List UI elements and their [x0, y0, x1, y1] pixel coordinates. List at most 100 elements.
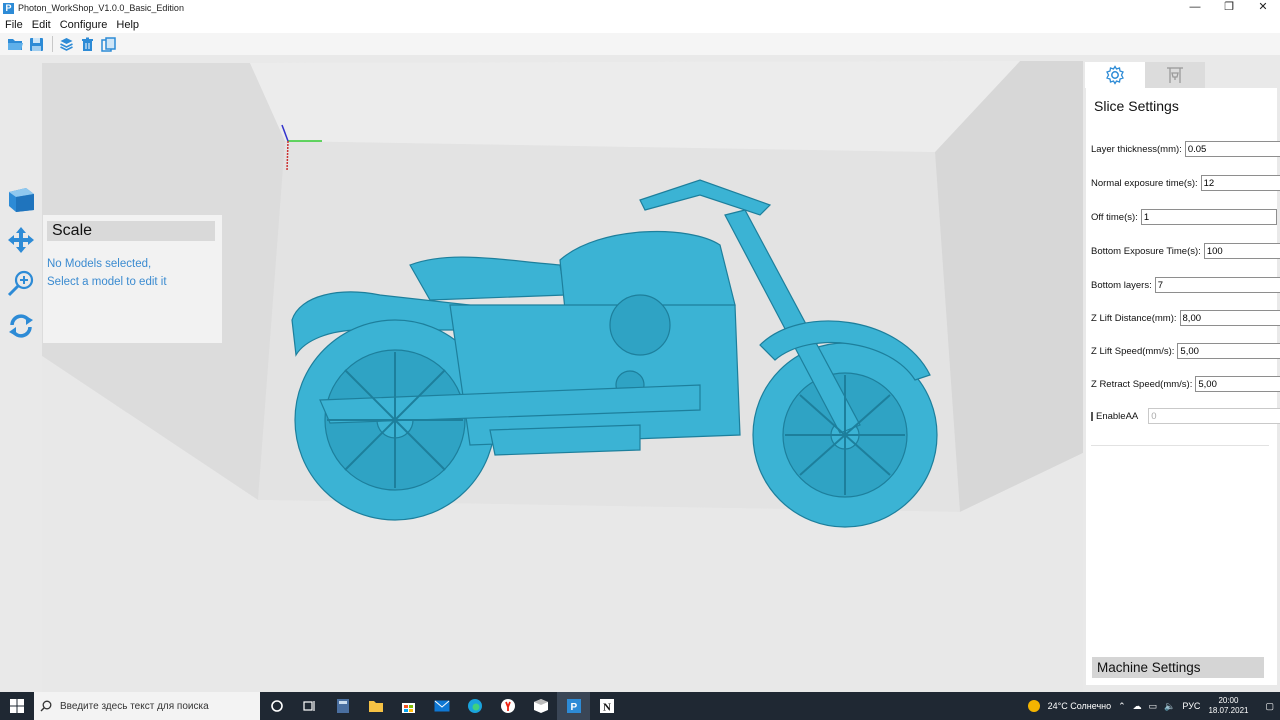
z-retract-speed-input[interactable]	[1196, 377, 1280, 391]
menu-edit[interactable]: Edit	[32, 19, 51, 31]
task-view-icon[interactable]	[293, 692, 326, 720]
notion-icon[interactable]: N	[590, 692, 623, 720]
tab-machine[interactable]	[1145, 62, 1205, 88]
slice-settings-box: Slice Settings Layer thickness(mm): Norm…	[1086, 88, 1280, 685]
layer-thickness-input[interactable]	[1184, 141, 1280, 157]
windows-logo-icon	[10, 699, 24, 713]
off-time-input[interactable]	[1140, 209, 1277, 225]
delete-model-icon[interactable]	[78, 35, 96, 53]
toolbar-separator	[52, 36, 53, 52]
bottom-layers-label: Bottom layers:	[1091, 279, 1152, 291]
title-bar: P Photon_WorkShop_V1.0.0_Basic_Edition —…	[0, 0, 1280, 16]
scale-panel-title: Scale	[47, 221, 215, 241]
svg-text:N: N	[603, 702, 611, 714]
window-title: Photon_WorkShop_V1.0.0_Basic_Edition	[18, 3, 184, 13]
windows-taskbar: Введите здесь текст для поиска P N 24°C …	[0, 692, 1280, 720]
z-retract-speed-spinbox[interactable]: ▲▼	[1195, 376, 1280, 392]
z-retract-speed-label: Z Retract Speed(mm/s):	[1091, 378, 1193, 390]
scale-panel-message: No Models selected, Select a model to ed…	[47, 255, 222, 291]
row-z-retract-speed: Z Retract Speed(mm/s): ▲▼	[1091, 376, 1280, 392]
yandex-browser-icon[interactable]	[491, 692, 524, 720]
notifications-icon[interactable]: ▢	[1265, 701, 1274, 712]
aa-level-input[interactable]	[1149, 409, 1280, 423]
off-time-label: Off time(s):	[1091, 211, 1138, 223]
menu-configure[interactable]: Configure	[60, 19, 108, 31]
scale-zoom-icon[interactable]	[5, 267, 37, 299]
layer-thickness-label: Layer thickness(mm):	[1091, 143, 1182, 155]
scale-message-line1: No Models selected,	[47, 258, 152, 270]
scale-message-line2: Select a model to edit it	[47, 276, 167, 288]
settings-divider	[1091, 445, 1269, 446]
row-z-lift-distance: Z Lift Distance(mm): ▲▼	[1091, 310, 1280, 326]
toolbar	[0, 33, 1280, 55]
search-icon	[40, 700, 52, 712]
row-z-lift-speed: Z Lift Speed(mm/s): ▲▼	[1091, 343, 1280, 359]
machine-settings-header[interactable]: Machine Settings	[1092, 657, 1264, 678]
sun-weather-icon	[1027, 700, 1040, 712]
z-lift-speed-spinbox[interactable]: ▲▼	[1177, 343, 1280, 359]
photon-workshop-taskbar-icon[interactable]: P	[557, 692, 590, 720]
3d-viewport[interactable]	[0, 55, 1083, 692]
window-controls: — ❐ ✕	[1178, 0, 1280, 16]
slice-settings-title: Slice Settings	[1094, 98, 1179, 114]
edge-browser-icon[interactable]	[458, 692, 491, 720]
app-icon: P	[3, 2, 14, 14]
open-folder-icon[interactable]	[6, 35, 24, 53]
menu-bar: File Edit Configure Help	[0, 16, 1280, 33]
gear-icon	[1106, 65, 1124, 85]
z-lift-distance-input[interactable]	[1180, 311, 1280, 325]
enable-aa-label: EnableAA	[1096, 410, 1139, 422]
app-cube-icon[interactable]	[524, 692, 557, 720]
z-lift-distance-spinbox[interactable]: ▲▼	[1179, 310, 1280, 326]
tray-chevron-icon[interactable]: ⌃	[1118, 701, 1126, 712]
cortana-icon[interactable]	[260, 692, 293, 720]
svg-text:P: P	[570, 702, 577, 713]
clock[interactable]: 20:00 18.07.2021	[1208, 696, 1248, 716]
row-bottom-exposure: Bottom Exposure Time(s):	[1091, 243, 1280, 259]
menu-help[interactable]: Help	[116, 19, 139, 31]
scale-panel: Scale No Models selected, Select a model…	[43, 215, 222, 343]
bottom-exposure-input[interactable]	[1203, 243, 1280, 259]
file-explorer-icon[interactable]	[359, 692, 392, 720]
restore-button[interactable]: ❐	[1212, 0, 1246, 16]
mail-icon[interactable]	[425, 692, 458, 720]
calculator-icon[interactable]	[326, 692, 359, 720]
copy-model-icon[interactable]	[99, 35, 117, 53]
normal-exposure-input[interactable]	[1200, 175, 1280, 191]
clock-time: 20:00	[1218, 696, 1239, 705]
clock-date: 18.07.2021	[1208, 706, 1249, 715]
minimize-button[interactable]: —	[1178, 0, 1212, 16]
store-icon[interactable]	[392, 692, 425, 720]
row-off-time: Off time(s):	[1091, 209, 1277, 225]
row-layer-thickness: Layer thickness(mm):	[1091, 141, 1280, 157]
close-button[interactable]: ✕	[1246, 0, 1280, 16]
slice-layers-icon[interactable]	[57, 35, 75, 53]
taskbar-search[interactable]: Введите здесь текст для поиска	[34, 692, 260, 720]
system-tray: 24°C Солнечно ⌃ ☁ ▭ 🔈 РУС 20:00 18.07.20…	[1027, 692, 1280, 720]
language-indicator[interactable]: РУС	[1182, 701, 1200, 711]
bottom-layers-input[interactable]	[1154, 277, 1280, 293]
tab-slice-settings[interactable]	[1085, 62, 1145, 88]
search-placeholder: Введите здесь текст для поиска	[60, 700, 209, 712]
settings-tabs	[1085, 62, 1205, 88]
move-icon[interactable]	[5, 224, 37, 256]
menu-file[interactable]: File	[5, 19, 23, 31]
rotate-icon[interactable]	[5, 310, 37, 342]
cloud-icon[interactable]: ☁	[1133, 701, 1142, 712]
volume-icon[interactable]: 🔈	[1164, 701, 1175, 712]
bottom-exposure-label: Bottom Exposure Time(s):	[1091, 245, 1201, 257]
settings-panel: Slice Settings Layer thickness(mm): Norm…	[1083, 55, 1280, 692]
weather-text[interactable]: 24°C Солнечно	[1048, 701, 1112, 711]
network-icon[interactable]: ▭	[1149, 701, 1158, 712]
view-cube-icon[interactable]	[5, 183, 37, 215]
save-icon[interactable]	[27, 35, 45, 53]
motorcycle-model[interactable]	[0, 55, 1083, 692]
normal-exposure-label: Normal exposure time(s):	[1091, 177, 1198, 189]
row-enable-aa: EnableAA ▲▼	[1091, 408, 1280, 424]
z-lift-speed-input[interactable]	[1178, 344, 1280, 358]
enable-aa-checkbox[interactable]	[1091, 411, 1093, 421]
start-button[interactable]	[0, 692, 34, 720]
row-normal-exposure: Normal exposure time(s):	[1091, 175, 1280, 191]
aa-level-spinbox[interactable]: ▲▼	[1148, 408, 1280, 424]
z-lift-distance-label: Z Lift Distance(mm):	[1091, 312, 1177, 324]
